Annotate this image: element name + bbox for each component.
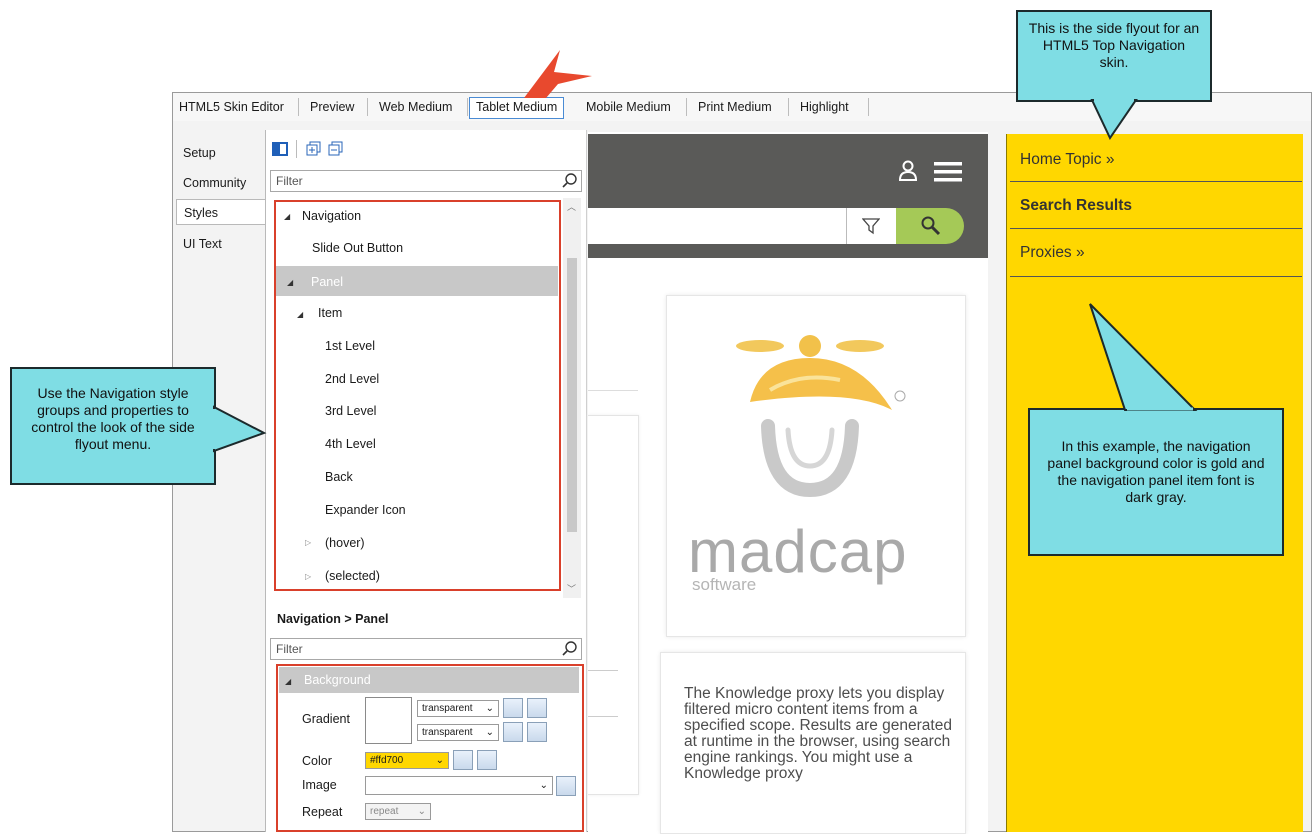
filter-funnel-icon[interactable]	[862, 217, 880, 235]
tab-separator	[298, 98, 299, 116]
tab-print-medium[interactable]: Print Medium	[692, 97, 778, 117]
highlight-box-tree	[274, 200, 561, 591]
sidetab-setup[interactable]: Setup	[176, 140, 262, 166]
scroll-down-icon[interactable]: ﹀	[567, 582, 576, 595]
flyout-item-search-results[interactable]: Search Results	[1020, 197, 1132, 215]
tab-separator	[788, 98, 789, 116]
search-icon	[921, 216, 941, 236]
sidetab-styles[interactable]: Styles	[176, 199, 266, 225]
tree-scrollbar[interactable]: ︿ ﹀	[563, 198, 581, 598]
search-icon	[562, 641, 577, 656]
collapse-all-icon[interactable]	[328, 141, 344, 157]
preview-card-edge	[588, 415, 639, 795]
callout-left: Use the Navigation style groups and prop…	[10, 367, 216, 485]
pointer-arrow-icon	[524, 50, 592, 98]
flyout-divider	[1010, 181, 1302, 182]
tab-highlight[interactable]: Highlight	[794, 97, 855, 117]
preview-search-input[interactable]	[588, 208, 896, 244]
preview-divider	[588, 670, 618, 671]
hamburger-menu-icon[interactable]	[934, 162, 962, 182]
callout-right: In this example, the navigation panel ba…	[1028, 408, 1284, 556]
expand-all-icon[interactable]	[306, 141, 322, 157]
tab-separator	[868, 98, 869, 116]
search-divider	[846, 208, 847, 244]
madcap-logo-icon	[736, 335, 906, 498]
scrollbar-thumb[interactable]	[567, 258, 577, 532]
tab-web-medium[interactable]: Web Medium	[373, 97, 458, 117]
flyout-item-home-topic[interactable]: Home Topic »	[1020, 151, 1114, 169]
user-icon[interactable]	[898, 160, 918, 182]
breadcrumb: Navigation > Panel	[277, 612, 389, 626]
toolbar-divider	[296, 140, 297, 158]
logo-wordmark: madcap	[688, 518, 908, 585]
flyout-item-proxies[interactable]: Proxies »	[1020, 244, 1085, 262]
sidetab-community[interactable]: Community	[176, 170, 262, 196]
layout-icon[interactable]	[272, 142, 288, 156]
preview-divider	[588, 390, 638, 391]
callout-pointer-icon	[212, 405, 267, 453]
sidetab-ui-text[interactable]: UI Text	[176, 231, 262, 257]
tab-preview[interactable]: Preview	[304, 97, 360, 117]
knowledge-card-text: The Knowledge proxy lets you display fil…	[684, 685, 952, 782]
search-icon	[562, 173, 577, 188]
logo-subtext: software	[692, 575, 757, 594]
preview-divider	[588, 716, 618, 717]
style-filter-input[interactable]: Filter	[270, 170, 582, 192]
tab-separator	[467, 98, 468, 116]
tab-html5-skin-editor[interactable]: HTML5 Skin Editor	[173, 97, 290, 117]
flyout-divider	[1010, 228, 1302, 229]
callout-top-right: This is the side flyout for an HTML5 Top…	[1016, 10, 1212, 102]
callout-pointer-icon	[1089, 303, 1198, 411]
scroll-up-icon[interactable]: ︿	[567, 200, 576, 213]
tab-separator	[686, 98, 687, 116]
property-filter-input[interactable]: Filter	[270, 638, 582, 660]
flyout-divider	[1010, 276, 1302, 277]
highlight-box-properties	[276, 664, 584, 832]
callout-pointer-icon	[1090, 98, 1138, 141]
tab-separator	[367, 98, 368, 116]
